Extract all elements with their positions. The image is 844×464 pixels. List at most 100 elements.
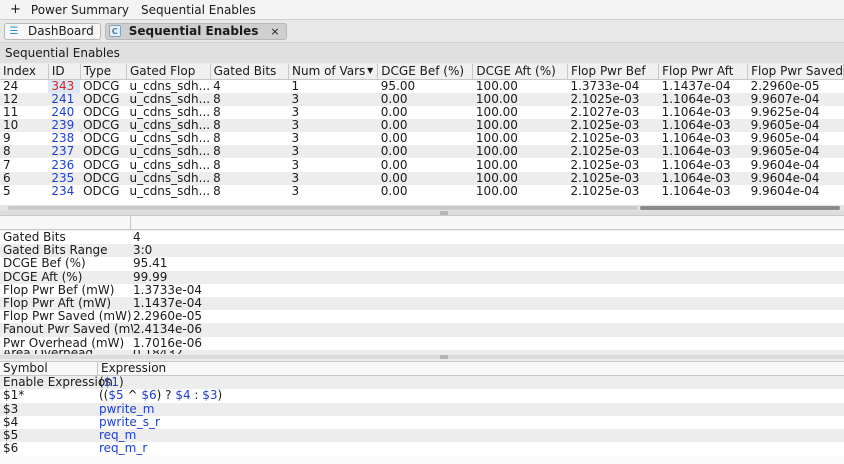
scrollbar-thumb[interactable] — [640, 206, 840, 210]
detail-key: Flop Pwr Bef (mW) — [3, 283, 115, 297]
expression-row[interactable]: $3 pwrite_m — [0, 401, 844, 416]
table-cell: 0.00 — [377, 158, 473, 172]
symbol-cell: $6 — [3, 441, 19, 456]
expression-cell[interactable]: req_m_r — [99, 442, 147, 455]
expression-table: Enable Expression ($1) $1* (($5 ^ $6) ? $4 … — [0, 376, 844, 464]
col-header-flop-pwr-bef[interactable]: Flop Pwr Bef — [567, 64, 660, 80]
table-cell: 3 — [288, 171, 378, 185]
col-header-type[interactable]: Type — [80, 64, 127, 80]
col-header-dcge-aft[interactable]: DCGE Aft (%) — [472, 64, 568, 80]
expression-row[interactable]: Enable Expression ($1) — [0, 376, 844, 390]
variable-token[interactable]: $6 — [141, 388, 156, 402]
col-header-gated-flop[interactable]: Gated Flop — [126, 64, 211, 80]
table-cell: ODCG — [80, 118, 127, 133]
symbol-cell: $4 — [3, 414, 19, 429]
table-cell: 8 — [210, 145, 289, 159]
id-link[interactable]: 241 — [48, 92, 81, 106]
table-cell: 8 — [210, 132, 289, 146]
expression-row[interactable]: $5 req_m — [0, 429, 844, 443]
table-cell: 8 — [210, 171, 289, 185]
detail-value: 95.41 — [133, 256, 168, 271]
table-cell: 12 — [0, 92, 49, 106]
close-tab-icon[interactable]: × — [270, 25, 279, 38]
id-link[interactable]: 234 — [48, 184, 81, 198]
expression-cell[interactable]: pwrite_m — [99, 402, 154, 416]
detail-row: Fanout Pwr Saved (mW) 2.4134e-06 — [0, 323, 844, 337]
id-link[interactable]: 238 — [48, 132, 81, 146]
table-cell: 100.00 — [472, 145, 568, 159]
add-menu-button[interactable]: + — [0, 1, 25, 19]
table-cell: 8 — [210, 92, 289, 106]
table-cell — [658, 198, 748, 204]
tab-dashboard[interactable]: ☰ DashBoard — [4, 22, 101, 40]
variable-token[interactable]: $3 — [202, 388, 217, 402]
table-row-partial — [0, 198, 844, 204]
table-cell: 95.00 — [377, 79, 473, 93]
table-cell: 100.00 — [472, 92, 568, 106]
menu-sequential-enables[interactable]: Sequential Enables — [135, 1, 262, 19]
expression-cell[interactable]: req_m — [99, 429, 136, 442]
menu-power-summary[interactable]: Power Summary — [25, 1, 135, 19]
col-header-gated-bits[interactable]: Gated Bits — [210, 64, 289, 80]
id-link[interactable]: 343 — [48, 79, 81, 93]
table-row[interactable]: 12 241 ODCG u_cdns_sdh... 8 3 0.00 100.00 2.1025… — [0, 92, 844, 106]
id-link[interactable]: 236 — [48, 158, 81, 172]
table-cell: 100.00 — [472, 184, 568, 198]
table-cell: 8 — [210, 184, 289, 198]
table-cell: 2.1027e-03 — [567, 105, 659, 119]
expression-cell[interactable]: pwrite_s_r — [99, 415, 160, 429]
col-header-id[interactable]: ID — [48, 64, 81, 80]
table-cell: 1.1064e-03 — [658, 171, 748, 185]
detail-key: DCGE Aft (%) — [3, 270, 83, 284]
col-header-index[interactable]: Index — [0, 64, 49, 80]
table-cell: 2.1025e-03 — [567, 92, 659, 106]
detail-row: Flop Pwr Bef (mW) 1.3733e-04 — [0, 283, 844, 297]
table-cell: u_cdns_sdh... — [126, 145, 211, 159]
col-header-dcge-bef[interactable]: DCGE Bef (%) — [377, 64, 474, 80]
id-link[interactable]: 239 — [48, 118, 81, 133]
table-row[interactable]: 6 235 ODCG u_cdns_sdh... 8 3 0.00 100.00 2.1025e… — [0, 171, 844, 185]
id-link[interactable]: 235 — [48, 171, 81, 185]
table-row[interactable]: 11 240 ODCG u_cdns_sdh... 8 3 0.00 100.00 2.1027… — [0, 105, 844, 119]
expression-row[interactable]: $4 pwrite_s_r — [0, 414, 844, 430]
table-cell — [747, 198, 844, 204]
expression-cell[interactable]: (($5 ^ $6) ? $4 : $3) — [99, 389, 222, 402]
symbol-cell: $3 — [3, 401, 19, 416]
variable-token[interactable]: $5 — [108, 388, 123, 402]
table-row[interactable]: 24 343 ODCG u_cdns_sdh... 4 1 95.00 100.00 1.373… — [0, 79, 844, 93]
table-cell — [377, 198, 473, 204]
col-header-num-vars[interactable]: Num of Vars ▼ — [288, 64, 379, 80]
table-row[interactable]: 7 236 ODCG u_cdns_sdh... 8 3 0.00 100.00 2.1025e… — [0, 158, 844, 172]
table-row[interactable]: 10 239 ODCG u_cdns_sdh... 8 3 0.00 100.00 2.1025… — [0, 118, 844, 133]
tab-bar: ☰ DashBoard C Sequential Enables × — [0, 20, 844, 42]
variable-token[interactable]: $1 — [104, 376, 119, 389]
table-cell: u_cdns_sdh... — [126, 132, 211, 146]
table-row[interactable]: 8 237 ODCG u_cdns_sdh... 8 3 0.00 100.00 2.1025e… — [0, 145, 844, 159]
section-title: Sequential Enables — [0, 42, 844, 63]
expression-row[interactable]: $1* (($5 ^ $6) ? $4 : $3) — [0, 388, 844, 403]
expression-row[interactable]: $6 req_m_r — [0, 441, 844, 456]
table-cell: u_cdns_sdh... — [126, 184, 211, 198]
col-header-expression[interactable]: Expression — [98, 362, 166, 375]
table-row[interactable]: 5 234 ODCG u_cdns_sdh... 8 3 0.00 100.00 2.1025e… — [0, 184, 844, 198]
id-link[interactable]: 237 — [48, 145, 81, 159]
col-header-flop-pwr-aft[interactable]: Flop Pwr Aft — [658, 64, 749, 80]
id-link[interactable]: 240 — [48, 105, 81, 119]
col-header-symbol[interactable]: Symbol — [0, 362, 98, 375]
col-header-flop-pwr-saved[interactable]: Flop Pwr Saved — [747, 64, 844, 80]
expression-cell[interactable]: ($1) — [99, 376, 124, 389]
col-header-num-vars-label: Num of Vars — [291, 64, 366, 79]
table-cell: 24 — [0, 79, 49, 93]
table-cell — [567, 198, 659, 204]
variable-token[interactable]: $4 — [175, 388, 190, 402]
table-row[interactable]: 9 238 ODCG u_cdns_sdh... 8 3 0.00 100.00 2.1025e… — [0, 132, 844, 146]
table-cell: ODCG — [80, 171, 127, 185]
symbol-cell: $1* — [3, 388, 25, 403]
table-cell: u_cdns_sdh... — [126, 171, 211, 185]
tab-sequential-enables[interactable]: C Sequential Enables × — [104, 22, 287, 40]
table-cell: ODCG — [80, 105, 127, 119]
splitter-handle-2[interactable] — [0, 355, 844, 359]
table-cell: u_cdns_sdh... — [126, 158, 211, 172]
detail-row: DCGE Aft (%) 99.99 — [0, 270, 844, 284]
detail-key: Flop Pwr Saved (mW) — [3, 310, 132, 324]
